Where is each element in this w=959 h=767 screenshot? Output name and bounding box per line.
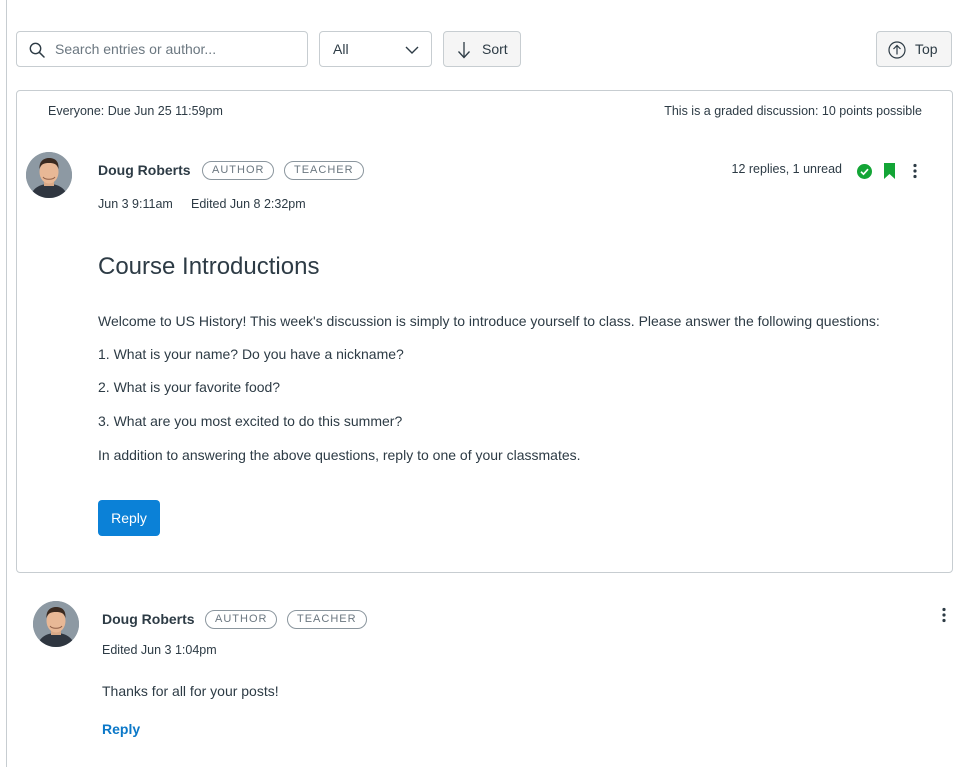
top-button[interactable]: Top: [876, 31, 952, 67]
graded-info: This is a graded discussion: 10 points p…: [664, 104, 922, 118]
page-title: Course Introductions: [98, 253, 320, 280]
search-icon: [29, 42, 45, 58]
user-portrait-icon: [33, 601, 79, 647]
top-button-label: Top: [915, 41, 938, 57]
topic-body-question-2: 2. What is your favorite food?: [98, 379, 281, 395]
reply-button[interactable]: Reply: [98, 500, 160, 536]
entry-reply-link[interactable]: Reply: [102, 721, 140, 737]
arrow-up-circle-icon: [888, 41, 906, 59]
page-left-border: [6, 0, 7, 767]
topic-body-question-3: 3. What are you most excited to do this …: [98, 413, 403, 429]
user-portrait-icon: [26, 152, 72, 198]
check-circle-icon[interactable]: [857, 164, 872, 179]
teacher-badge: TEACHER: [284, 161, 364, 180]
discussion-topic-card: Everyone: Due Jun 25 11:59pm This is a g…: [16, 90, 953, 573]
search-input[interactable]: [55, 38, 295, 60]
filter-select-value: All: [333, 41, 349, 57]
more-vertical-icon[interactable]: [941, 607, 947, 623]
topic-body-closing: In addition to answering the above quest…: [98, 447, 581, 463]
chevron-down-icon: [405, 46, 419, 54]
entry-teacher-badge: TEACHER: [287, 610, 367, 629]
topic-body-question-1: 1. What is your name? Do you have a nick…: [98, 346, 404, 362]
search-box[interactable]: [16, 31, 308, 67]
sort-button-label: Sort: [482, 41, 508, 57]
due-date: Everyone: Due Jun 25 11:59pm: [48, 104, 223, 118]
topic-summary-bar: Everyone: Due Jun 25 11:59pm This is a g…: [17, 91, 952, 131]
discussion-toolbar: All Sort Top: [16, 31, 952, 67]
bookmark-icon[interactable]: [884, 163, 895, 179]
edited-date: Edited Jun 8 2:32pm: [191, 197, 306, 211]
avatar[interactable]: [26, 152, 72, 198]
entry-author-badge: AUTHOR: [205, 610, 278, 629]
entry-message: Thanks for all for your posts!: [102, 683, 279, 699]
post-date: Jun 3 9:11am: [98, 197, 173, 211]
more-vertical-icon[interactable]: [912, 163, 918, 179]
entry-edited-date: Edited Jun 3 1:04pm: [102, 643, 217, 657]
replies-status: 12 replies, 1 unread: [731, 162, 843, 176]
avatar[interactable]: [33, 601, 79, 647]
filter-select[interactable]: All: [319, 31, 432, 67]
author-name[interactable]: Doug Roberts: [98, 162, 191, 178]
sort-button[interactable]: Sort: [443, 31, 521, 67]
topic-body-intro: Welcome to US History! This week's discu…: [98, 313, 880, 329]
entry-author-name[interactable]: Doug Roberts: [102, 611, 195, 627]
author-badge: AUTHOR: [202, 161, 275, 180]
arrow-down-icon: [458, 42, 470, 59]
